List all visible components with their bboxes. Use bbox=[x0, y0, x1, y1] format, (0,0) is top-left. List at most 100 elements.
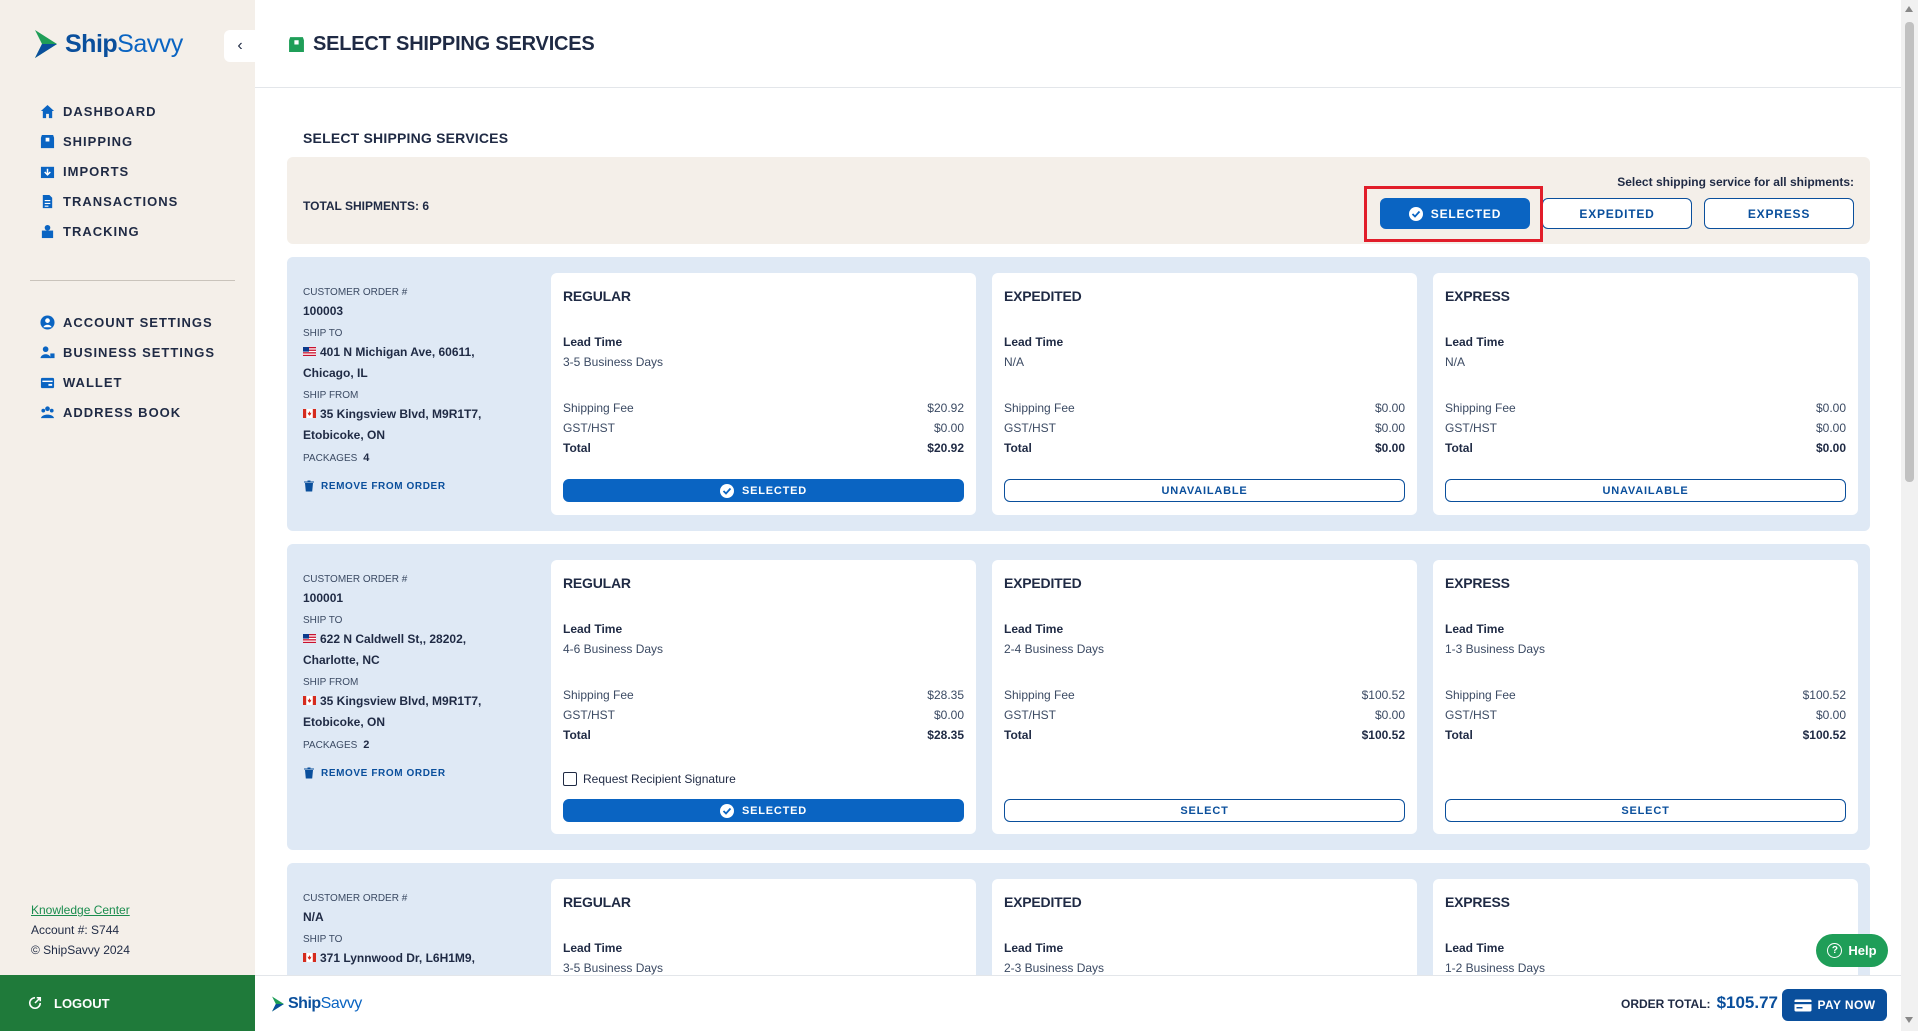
nav-item-shipping[interactable]: SHIPPING bbox=[40, 126, 178, 156]
nav-item-dashboard[interactable]: DASHBOARD bbox=[40, 96, 178, 126]
shipment-info: CUSTOMER ORDER # N/A SHIP TO 371 Lynnwoo… bbox=[303, 893, 493, 975]
canada-flag-icon bbox=[303, 696, 316, 705]
chevron-left-icon: ‹ bbox=[237, 37, 243, 54]
us-flag-icon bbox=[303, 634, 316, 643]
ship-to-address: 622 N Caldwell St,, 28202, Charlotte, NC bbox=[303, 632, 467, 667]
total-shipments-bar: TOTAL SHIPMENTS: 6 Select shipping servi… bbox=[287, 157, 1870, 244]
gst-row: GST/HST $0.00 bbox=[1445, 421, 1846, 435]
gst-row: GST/HST $0.00 bbox=[563, 708, 964, 722]
ship-to-address: 371 Lynnwood Dr, L6H1M9, bbox=[303, 948, 493, 969]
logo-arrow-icon bbox=[272, 996, 284, 1012]
service-option-regular: REGULAR Lead Time 4-6 Business Days Ship… bbox=[551, 560, 976, 834]
nav-item-address-book[interactable]: ADDRESS BOOK bbox=[40, 397, 215, 427]
total-row: Total $100.52 bbox=[1445, 728, 1846, 742]
sidebar-divider bbox=[30, 280, 235, 281]
lead-time-value: N/A bbox=[1004, 355, 1025, 369]
regular-selected-button[interactable]: SELECTED bbox=[563, 799, 964, 822]
us-flag-icon bbox=[303, 347, 316, 356]
lead-time-value: N/A bbox=[1445, 355, 1466, 369]
scroll-up-arrow[interactable] bbox=[1905, 6, 1913, 12]
select-all-label: Select shipping service for all shipment… bbox=[1617, 175, 1854, 189]
express-unavailable-button[interactable]: UNAVAILABLE bbox=[1445, 479, 1846, 502]
shipping-fee-row: Shipping Fee $100.52 bbox=[1004, 688, 1405, 702]
lead-time-value: 3-5 Business Days bbox=[563, 355, 664, 369]
lead-time-value: 2-3 Business Days bbox=[1004, 961, 1105, 975]
copyright: © ShipSavvy 2024 bbox=[31, 943, 130, 957]
order-total: ORDER TOTAL: $105.77 bbox=[1621, 993, 1779, 1012]
collapse-sidebar-button[interactable]: ‹ bbox=[224, 30, 256, 62]
question-icon: ? bbox=[1827, 943, 1843, 958]
import-icon bbox=[40, 166, 55, 178]
scroll-thumb[interactable] bbox=[1905, 22, 1914, 482]
service-option-express: EXPRESS Lead Time N/A Shipping Fee $0.00 … bbox=[1433, 273, 1858, 515]
shipment-card: CUSTOMER ORDER # N/A SHIP TO 371 Lynnwoo… bbox=[287, 863, 1870, 975]
footer-logo: ShipSavvy bbox=[271, 995, 362, 1013]
shipment-info: CUSTOMER ORDER # 100001 SHIP TO 622 N Ca… bbox=[303, 574, 493, 779]
ship-to-address: 401 N Michigan Ave, 60611, Chicago, IL bbox=[303, 345, 475, 380]
checkbox[interactable] bbox=[563, 772, 577, 786]
express-select-button[interactable]: SELECT bbox=[1445, 799, 1846, 822]
total-shipments: TOTAL SHIPMENTS: 6 bbox=[303, 199, 430, 213]
order-number: N/A bbox=[303, 910, 324, 924]
checkout-bar: ShipSavvy ORDER TOTAL: $105.77 PAY NOW bbox=[255, 975, 1901, 1031]
document-icon bbox=[42, 194, 53, 208]
service-option-expedited: EXPEDITED Lead Time 2-3 Business Days bbox=[992, 879, 1417, 975]
shipping-fee-row: Shipping Fee $0.00 bbox=[1004, 401, 1405, 415]
logo-text: ShipSavvy bbox=[65, 29, 183, 58]
service-option-expedited: EXPEDITED Lead Time 2-4 Business Days Sh… bbox=[992, 560, 1417, 834]
sidebar: ShipSavvy ‹ DASHBOARD SHIPPING IMPORTS T… bbox=[0, 0, 256, 1031]
nav-item-wallet[interactable]: WALLET bbox=[40, 367, 215, 397]
request-signature-checkbox[interactable]: Request Recipient Signature bbox=[563, 772, 736, 786]
knowledge-center-link[interactable]: Knowledge Center bbox=[31, 903, 130, 917]
logout-button[interactable]: LOGOUT bbox=[0, 975, 255, 1031]
shipment-card: CUSTOMER ORDER # 100001 SHIP TO 622 N Ca… bbox=[287, 544, 1870, 850]
order-number: 100001 bbox=[303, 591, 344, 605]
lead-time-value: 3-5 Business Days bbox=[563, 961, 664, 975]
nav-item-transactions[interactable]: TRANSACTIONS bbox=[40, 186, 178, 216]
remove-from-order-button[interactable]: REMOVE FROM ORDER bbox=[303, 767, 493, 779]
tracking-icon bbox=[41, 224, 54, 238]
order-number: 100003 bbox=[303, 304, 344, 318]
wallet-icon bbox=[40, 377, 55, 388]
scroll-down-arrow[interactable] bbox=[1905, 1017, 1913, 1023]
service-option-express: EXPRESS Lead Time 1-2 Business Days bbox=[1433, 879, 1858, 975]
service-option-regular: REGULAR Lead Time 3-5 Business Days bbox=[551, 879, 976, 975]
expedited-select-button[interactable]: SELECT bbox=[1004, 799, 1405, 822]
total-row: Total $20.92 bbox=[563, 441, 964, 455]
remove-from-order-button[interactable]: REMOVE FROM ORDER bbox=[303, 480, 493, 492]
page-scrollbar[interactable] bbox=[1901, 0, 1918, 1031]
lead-time-value: 4-6 Business Days bbox=[563, 642, 664, 656]
canada-flag-icon bbox=[303, 953, 316, 962]
shipping-fee-row: Shipping Fee $0.00 bbox=[1445, 401, 1846, 415]
nav-item-account-settings[interactable]: ACCOUNT SETTINGS bbox=[40, 307, 215, 337]
help-button[interactable]: ? Help bbox=[1816, 934, 1888, 967]
lead-time-value: 1-3 Business Days bbox=[1445, 642, 1546, 656]
home-icon bbox=[40, 104, 55, 118]
select-all-expedited-button[interactable]: EXPEDITED bbox=[1542, 198, 1692, 229]
logout-icon bbox=[29, 996, 42, 1009]
service-option-regular: REGULAR Lead Time 3-5 Business Days Ship… bbox=[551, 273, 976, 515]
address-book-icon bbox=[40, 405, 55, 418]
shipsavvy-logo[interactable]: ShipSavvy bbox=[33, 28, 183, 60]
account-number: Account #: S744 bbox=[31, 923, 120, 937]
check-circle-icon bbox=[719, 803, 734, 818]
nav-item-business-settings[interactable]: BUSINESS SETTINGS bbox=[40, 337, 215, 367]
trash-icon bbox=[304, 480, 314, 492]
nav-item-tracking[interactable]: TRACKING bbox=[40, 216, 178, 246]
nav-item-imports[interactable]: IMPORTS bbox=[40, 156, 178, 186]
gst-row: GST/HST $0.00 bbox=[1004, 708, 1405, 722]
shipping-fee-row: Shipping Fee $20.92 bbox=[563, 401, 964, 415]
total-row: Total $0.00 bbox=[1445, 441, 1846, 455]
credit-card-icon bbox=[1794, 999, 1812, 1011]
pay-now-button[interactable]: PAY NOW bbox=[1782, 989, 1887, 1021]
regular-selected-button[interactable]: SELECTED bbox=[563, 479, 964, 502]
order-total-value: $105.77 bbox=[1716, 993, 1779, 1012]
total-row: Total $0.00 bbox=[1004, 441, 1405, 455]
select-all-express-button[interactable]: EXPRESS bbox=[1704, 198, 1854, 229]
ship-from-address: 35 Kingsview Blvd, M9R1T7, Etobicoke, ON bbox=[303, 407, 482, 442]
shipment-card: CUSTOMER ORDER # 100003 SHIP TO 401 N Mi… bbox=[287, 257, 1870, 531]
section-title: SELECT SHIPPING SERVICES bbox=[303, 130, 509, 146]
settings-nav: ACCOUNT SETTINGS BUSINESS SETTINGS WALLE… bbox=[40, 307, 215, 427]
box-icon bbox=[40, 134, 55, 148]
expedited-unavailable-button[interactable]: UNAVAILABLE bbox=[1004, 479, 1405, 502]
